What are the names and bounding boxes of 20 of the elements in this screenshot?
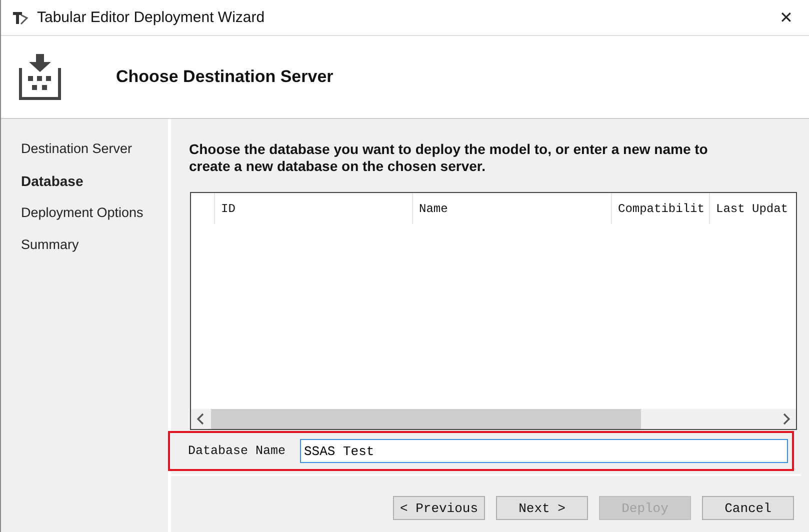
wizard-step[interactable]: Destination Server — [1, 141, 168, 161]
column-header[interactable]: Last Updat — [709, 193, 795, 224]
horizontal-scrollbar[interactable] — [191, 409, 796, 429]
column-header[interactable]: Name — [412, 193, 611, 224]
wizard-step[interactable]: Summary — [1, 237, 168, 257]
close-button[interactable]: ✕ — [763, 0, 809, 34]
download-tray-icon — [19, 54, 61, 100]
database-name-label: Database Name — [188, 444, 287, 458]
column-header[interactable]: ID — [214, 193, 412, 224]
wizard-button[interactable]: Cancel — [702, 496, 794, 520]
wizard-step[interactable]: Deployment Options — [1, 205, 168, 225]
window-title: Tabular Editor Deployment Wizard — [37, 9, 266, 26]
instructions: Choose the database you want to deploy the model to, or enter a new name to create a new database on the chosen server. — [189, 141, 709, 175]
page-title: Choose Destination Server — [116, 67, 334, 87]
database-table[interactable]: ID Name Compatibilit Last Updat — [190, 192, 797, 430]
database-name-field[interactable]: SSAS Test — [300, 439, 788, 463]
column-header[interactable]: Compatibilit — [611, 193, 709, 224]
wizard-step[interactable]: Database — [1, 173, 168, 193]
wizard-button[interactable]: < Previous — [393, 496, 485, 520]
wizard-button[interactable]: Next > — [496, 496, 588, 520]
